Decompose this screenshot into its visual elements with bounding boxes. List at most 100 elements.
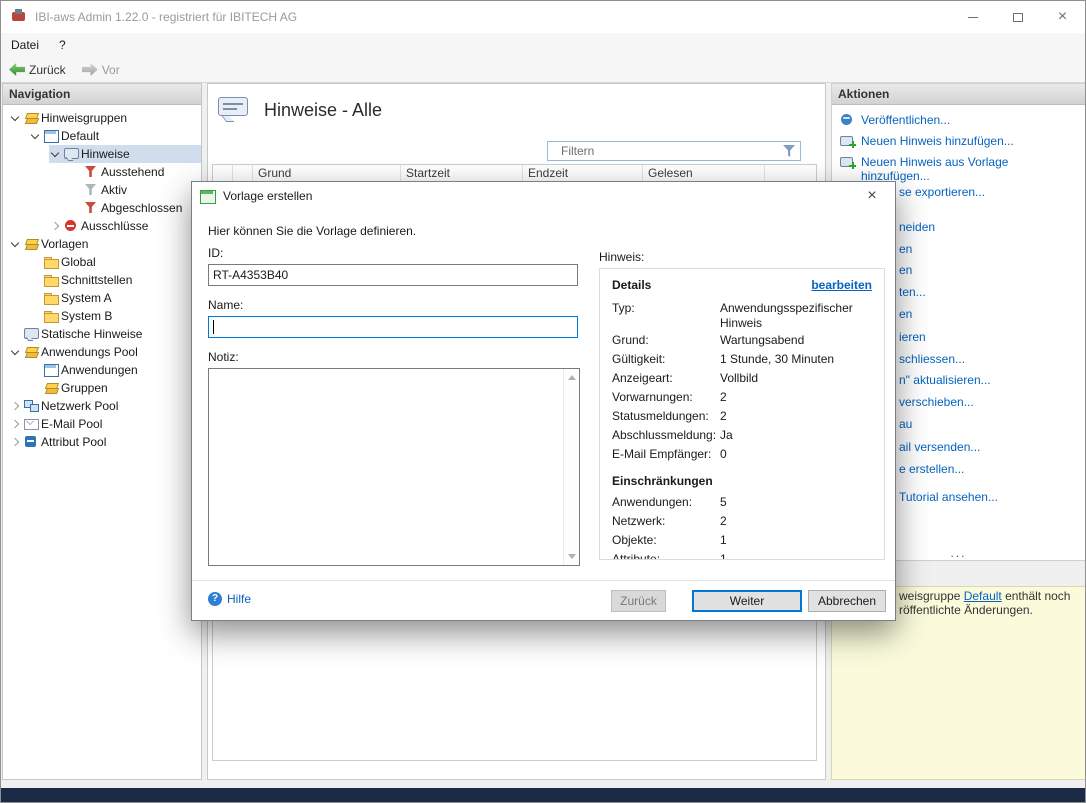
default-group-link[interactable]: Default [964,589,1002,603]
action-link-fragment[interactable]: neiden [899,220,935,234]
column-icon-1[interactable] [213,165,233,181]
tree-label: Statische Hinweise [41,327,143,341]
id-input[interactable] [208,264,578,286]
toolbar: Zurück Vor [1,57,1085,83]
filter-input[interactable] [548,142,782,160]
weiter-button[interactable]: Weiter [692,590,802,612]
tree-item-aktiv[interactable]: Aktiv [3,181,201,199]
action-link-fragment[interactable]: Tutorial ansehen... [899,490,998,504]
tree-item-default[interactable]: Default [3,127,201,145]
back-dialog-button[interactable]: Zurück [611,590,666,612]
tree-item-anwendungen[interactable]: Anwendungen [3,361,201,379]
action-link-fragment[interactable]: ail versenden... [899,440,980,454]
name-input[interactable] [208,316,578,338]
action-link-fragment[interactable]: en [899,242,912,256]
chevron-down-icon[interactable] [9,238,22,250]
hinweis-label: Hinweis: [599,250,645,264]
maximize-icon [1012,12,1023,22]
detail-value: 2 [720,514,727,528]
tree-item-system-b[interactable]: System B [3,307,201,325]
scroll-down-icon[interactable] [568,554,576,559]
column-endzeit[interactable]: Endzeit [523,165,643,181]
network-icon [24,399,39,413]
tree-item-ausstehend[interactable]: Ausstehend [3,163,201,181]
detail-label: Netzwerk: [612,514,666,528]
action-neuer-hinweis[interactable]: Neuen Hinweis hinzufügen... [832,130,1085,151]
maximize-button[interactable] [995,1,1040,33]
filter-funnel-icon[interactable] [782,144,796,158]
tree-item-hinweisgruppen[interactable]: Hinweisgruppen [3,109,201,127]
tree-label: Abgeschlossen [101,201,183,215]
details-row: Anzeigeart: Vollbild [612,369,872,388]
tree-item-abgeschlossen[interactable]: Abgeschlossen [3,199,201,217]
action-link-fragment[interactable]: e erstellen... [899,462,964,476]
action-link-fragment[interactable]: ieren [899,330,926,344]
tree-item-hinweise[interactable]: Hinweise [3,145,201,163]
actions-header: Aktionen [832,84,1085,105]
column-gelesen[interactable]: Gelesen [643,165,765,181]
action-link-fragment[interactable]: au [899,417,912,431]
action-link-fragment[interactable]: verschieben... [899,395,974,409]
menu-help[interactable]: ? [49,33,76,57]
action-link-fragment[interactable]: ten... [899,285,926,299]
action-veroeffentlichen[interactable]: Veröffentlichen... [832,109,1085,130]
menu-datei[interactable]: Datei [1,33,49,57]
forward-button[interactable]: Vor [74,57,128,82]
back-button[interactable]: Zurück [1,57,74,82]
bearbeiten-link[interactable]: bearbeiten [811,278,872,292]
action-link-fragment[interactable]: n" aktualisieren... [899,373,991,387]
detail-value: Vollbild [720,371,759,385]
action-link-fragment[interactable]: se exportieren... [899,185,985,199]
layers-icon [24,345,39,359]
scroll-up-icon[interactable] [568,375,576,380]
help-link[interactable]: Hilfe [208,592,251,606]
abbrechen-button[interactable]: Abbrechen [808,590,886,612]
dialog-app-icon [200,189,216,204]
chevron-down-icon[interactable] [9,112,22,124]
action-link-fragment[interactable]: en [899,263,912,277]
action-label: Neuen Hinweis aus Vorlage hinzufügen... [861,155,1009,183]
chevron-down-icon[interactable] [9,346,22,358]
minimize-button[interactable] [950,1,995,33]
page-title: Hinweise - Alle [264,100,383,120]
notiz-input[interactable] [208,368,580,566]
window-controls: × [950,1,1085,33]
chevron-right-icon[interactable] [49,220,62,232]
tree-item-vorlagen[interactable]: Vorlagen [3,235,201,253]
attribute-icon [24,435,39,449]
column-startzeit[interactable]: Startzeit [401,165,523,181]
no-entry-icon [64,219,79,233]
tree-item-anwendungs-pool[interactable]: Anwendungs Pool [3,343,201,361]
tree-item-global[interactable]: Global [3,253,201,271]
column-icon-2[interactable] [233,165,253,181]
tree-item-netzwerk-pool[interactable]: Netzwerk Pool [3,397,201,415]
tree-item-email-pool[interactable]: E-Mail Pool [3,415,201,433]
chevron-down-icon[interactable] [49,148,62,160]
detail-label: Vorwarnungen: [612,390,693,404]
tree-item-system-a[interactable]: System A [3,289,201,307]
column-grund[interactable]: Grund [253,165,401,181]
funnel-icon [84,183,99,197]
dialog-close-button[interactable]: × [857,186,887,206]
close-button[interactable]: × [1040,1,1085,33]
chevron-down-icon[interactable] [29,130,42,142]
tree-item-statische-hinweise[interactable]: Statische Hinweise [3,325,201,343]
detail-label: Abschlussmeldung: [612,428,717,442]
tree-item-attribut-pool[interactable]: Attribut Pool [3,433,201,451]
details-row: Vorwarnungen: 2 [612,388,872,407]
chevron-right-icon[interactable] [9,436,22,448]
chevron-right-icon[interactable] [9,400,22,412]
tree-item-gruppen[interactable]: Gruppen [3,379,201,397]
tree-item-ausschluesse[interactable]: Ausschlüsse [3,217,201,235]
folder-icon [44,291,59,305]
tree-item-schnittstellen[interactable]: Schnittstellen [3,271,201,289]
action-link-fragment[interactable]: en [899,307,912,321]
action-link-fragment[interactable]: schliessen... [899,352,965,366]
chevron-right-icon[interactable] [9,418,22,430]
notice-text: enthält noch [1001,589,1071,603]
scrollbar[interactable] [563,369,579,565]
